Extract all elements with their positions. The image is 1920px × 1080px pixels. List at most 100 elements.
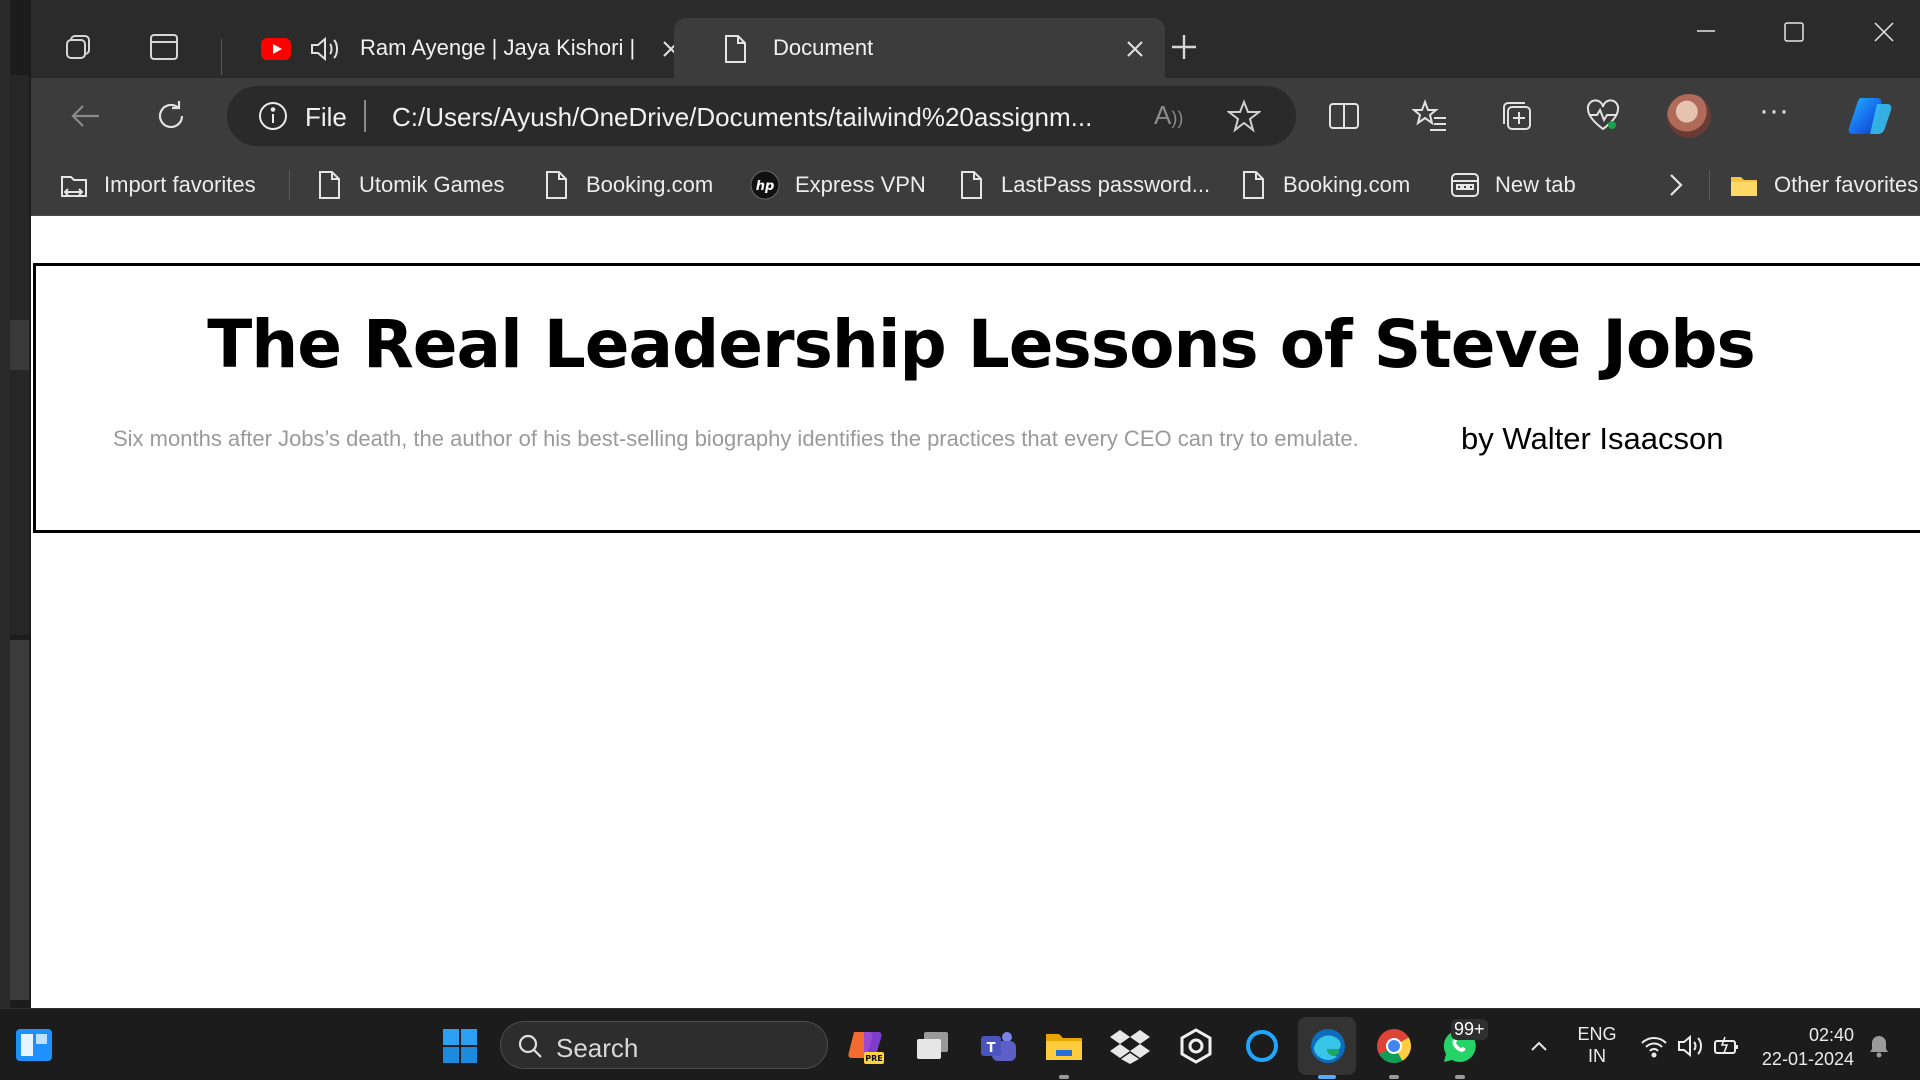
cortana-icon[interactable] xyxy=(1242,1026,1282,1066)
favorites-divider xyxy=(289,170,290,200)
page-icon xyxy=(540,169,572,201)
favorite-label: Booking.com xyxy=(586,172,714,197)
file-explorer-icon[interactable] xyxy=(1044,1026,1084,1066)
document-icon xyxy=(722,34,748,70)
read-aloud-icon[interactable]: A)) xyxy=(1154,100,1183,131)
favorite-booking-2[interactable]: Booking.com xyxy=(1237,167,1410,203)
notification-badge: 99+ xyxy=(1451,1019,1488,1040)
refresh-icon[interactable] xyxy=(153,98,189,134)
favorite-import-favorites[interactable]: Import favorites xyxy=(58,167,256,203)
taskbar-search[interactable]: Search xyxy=(500,1021,828,1069)
start-menu-icon[interactable] xyxy=(440,1026,480,1066)
copilot-icon[interactable] xyxy=(1847,94,1895,143)
split-screen-icon[interactable] xyxy=(1326,98,1362,134)
site-info-icon[interactable] xyxy=(257,100,289,137)
vertical-tabs-icon[interactable] xyxy=(147,30,181,64)
volume-icon[interactable] xyxy=(1676,1033,1704,1064)
page-content: The Real Leadership Lessons of Steve Job… xyxy=(31,217,1920,1008)
youtube-icon xyxy=(261,38,291,66)
clock-date: 22-01-2024 xyxy=(1761,1049,1854,1069)
favorite-lastpass[interactable]: LastPass password... xyxy=(955,167,1210,203)
collections-icon[interactable] xyxy=(1499,98,1535,134)
favorites-divider xyxy=(1709,170,1710,200)
favorite-new-tab[interactable]: New tab xyxy=(1449,167,1576,203)
task-view-icon[interactable] xyxy=(912,1026,952,1066)
chevron-up-icon[interactable] xyxy=(1527,1035,1551,1064)
favorite-other-favorites[interactable]: Other favorites xyxy=(1728,167,1918,203)
wifi-icon[interactable] xyxy=(1640,1033,1668,1064)
edge-browser-window: Ram Ayenge | Jaya Kishori | Document Fil… xyxy=(31,0,1920,1008)
workspaces-icon[interactable] xyxy=(61,30,95,64)
running-indicator xyxy=(1455,1075,1465,1079)
favorite-express-vpn[interactable]: hp Express VPN xyxy=(749,167,926,203)
chrome-icon[interactable] xyxy=(1374,1026,1414,1066)
favorite-label: Utomik Games xyxy=(359,172,505,197)
tab-bar: Ram Ayenge | Jaya Kishori | Document xyxy=(31,0,1920,78)
maximize-icon[interactable] xyxy=(1779,18,1809,48)
avatar[interactable] xyxy=(1667,94,1711,138)
tab-document[interactable]: Document xyxy=(674,18,1165,78)
region-code: IN xyxy=(1588,1046,1606,1066)
favorite-utomik-games[interactable]: Utomik Games xyxy=(313,167,504,203)
close-tab-icon[interactable] xyxy=(1123,37,1147,61)
language-indicator[interactable]: ENG IN xyxy=(1576,1023,1618,1067)
more-options-icon[interactable]: ··· xyxy=(1759,96,1795,134)
article-byline: by Walter Isaacson xyxy=(1461,421,1724,456)
import-icon xyxy=(58,169,90,201)
running-indicator xyxy=(1059,1075,1069,1079)
clock[interactable]: 02:40 22-01-2024 xyxy=(1758,1023,1854,1071)
favorites-list-icon[interactable] xyxy=(1411,98,1448,134)
favorite-label: Import favorites xyxy=(104,172,256,197)
address-divider xyxy=(364,100,366,132)
hp-logo-icon: hp xyxy=(749,169,781,201)
notification-bell-icon[interactable] xyxy=(1866,1033,1892,1064)
article-header: The Real Leadership Lessons of Steve Job… xyxy=(33,263,1920,533)
page-icon xyxy=(955,169,987,201)
desktop: Ram Ayenge | Jaya Kishori | Document Fil… xyxy=(0,0,1920,1080)
dropbox-icon[interactable] xyxy=(1110,1026,1150,1066)
clock-time: 02:40 xyxy=(1808,1025,1854,1045)
chatgpt-icon[interactable] xyxy=(1176,1026,1216,1066)
running-indicator xyxy=(1389,1075,1399,1079)
favorite-label: Other favorites xyxy=(1774,172,1919,197)
folder-icon xyxy=(1728,169,1760,201)
tab-title: Ram Ayenge | Jaya Kishori | xyxy=(360,35,636,60)
address-bar[interactable]: File C:/Users/Ayush/OneDrive/Documents/t… xyxy=(227,86,1296,146)
background-window xyxy=(0,0,31,1008)
article-title: The Real Leadership Lessons of Steve Job… xyxy=(207,306,1756,383)
svg-text:hp: hp xyxy=(756,179,775,194)
url-text[interactable]: C:/Users/Ayush/OneDrive/Documents/tailwi… xyxy=(392,102,1092,133)
language-code: ENG xyxy=(1577,1024,1617,1044)
favorite-star-icon[interactable] xyxy=(1226,99,1262,138)
navigation-toolbar: File C:/Users/Ayush/OneDrive/Documents/t… xyxy=(31,78,1920,154)
running-indicator xyxy=(1318,1075,1336,1079)
taskbar: Search PRE T 99+ ENG IN 02:40 22-01-2024 xyxy=(0,1008,1920,1080)
tab-youtube[interactable]: Ram Ayenge | Jaya Kishori | xyxy=(221,18,691,78)
edge-icon[interactable] xyxy=(1308,1026,1348,1066)
favorites-bar: Import favorites Utomik Games Booking.co… xyxy=(31,154,1920,216)
browser-essentials-icon[interactable] xyxy=(1585,98,1621,134)
favorite-booking[interactable]: Booking.com xyxy=(540,167,713,203)
favorite-label: LastPass password... xyxy=(1001,172,1211,197)
widgets-icon[interactable] xyxy=(14,1025,54,1065)
copilot-preview-icon[interactable]: PRE xyxy=(846,1026,886,1066)
close-window-icon[interactable] xyxy=(1869,18,1899,48)
page-icon xyxy=(313,169,345,201)
new-tab-plus-icon[interactable] xyxy=(1167,30,1201,64)
favorite-label: Booking.com xyxy=(1283,172,1411,197)
battery-icon[interactable] xyxy=(1712,1033,1740,1064)
page-icon xyxy=(1237,169,1269,201)
svg-text:T: T xyxy=(987,1041,996,1056)
scheme-label: File xyxy=(305,102,347,132)
back-arrow-icon[interactable] xyxy=(67,98,103,134)
chevron-right-icon[interactable] xyxy=(1661,171,1689,204)
minimize-icon[interactable] xyxy=(1691,18,1721,48)
svg-text:PRE: PRE xyxy=(865,1054,883,1063)
search-label: Search xyxy=(556,1033,639,1063)
speaker-icon[interactable] xyxy=(309,34,341,70)
new-tab-icon xyxy=(1449,169,1481,201)
favorite-label: New tab xyxy=(1495,172,1576,197)
search-icon xyxy=(517,1033,543,1064)
tab-title: Document xyxy=(773,35,874,60)
teams-icon[interactable]: T xyxy=(978,1026,1018,1066)
